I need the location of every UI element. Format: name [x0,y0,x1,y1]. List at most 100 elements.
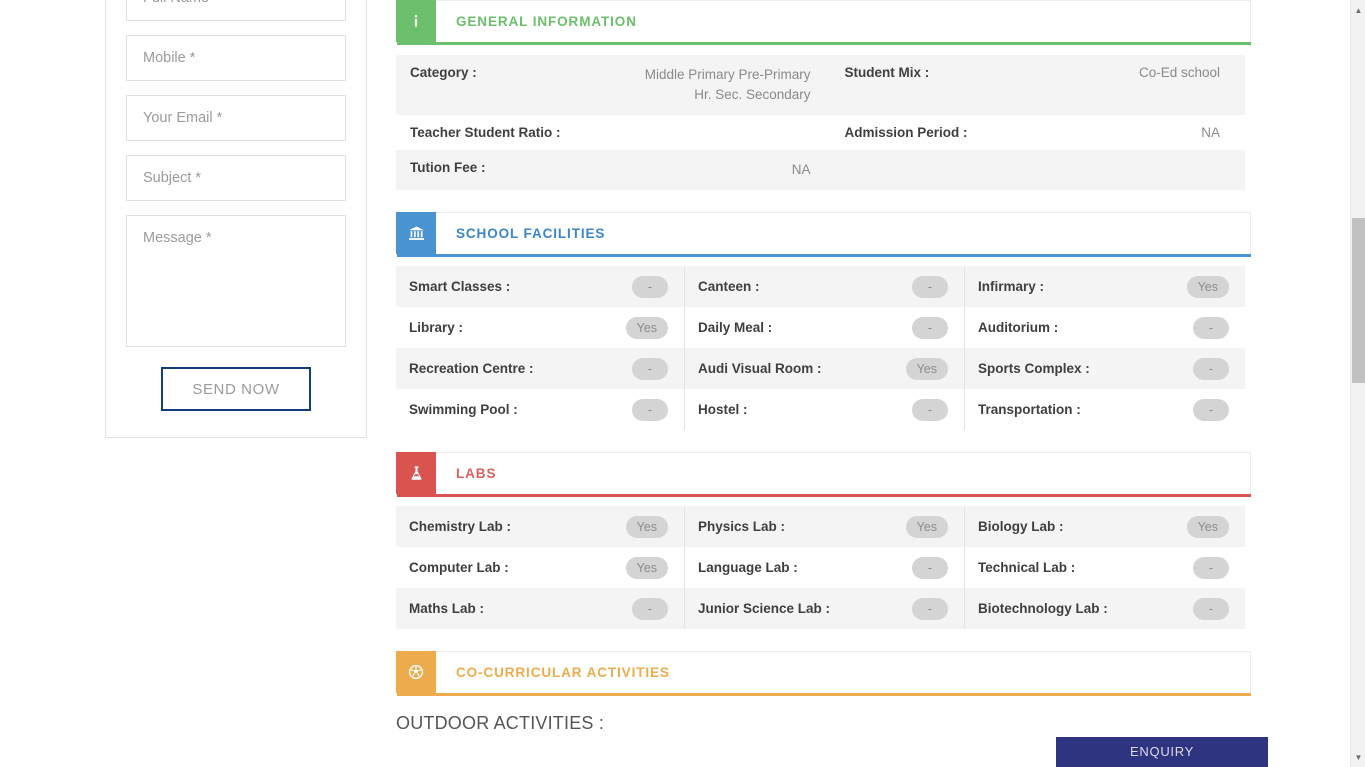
biology-lab-value: Yes [1186,515,1229,538]
category-line-2: Hr. Sec. Secondary [694,87,811,102]
admission-period-label: Admission Period : [844,125,968,140]
table-row: Smart Classes : - Canteen : - Infirmary … [396,266,1245,307]
tution-fee-label: Tution Fee : [396,150,575,190]
junior-science-lab-label: Junior Science Lab : [698,601,831,616]
maths-lab-value: - [632,597,668,620]
smart-classes-value: - [632,275,668,298]
empty-label [824,150,985,190]
flask-icon [396,452,436,494]
biology-lab-label: Biology Lab : [978,519,1064,534]
biotechnology-lab-label: Biotechnology Lab : [978,601,1108,616]
facility-cell: Recreation Centre : - [396,348,685,389]
labs-grid: Chemistry Lab : Yes Physics Lab : Yes Bi… [396,506,1245,629]
facility-cell: Smart Classes : - [396,266,685,307]
canteen-label: Canteen : [698,279,760,294]
school-facilities-grid: Smart Classes : - Canteen : - Infirmary … [396,266,1245,430]
page-viewport: SEND NOW GENERAL INFORMATION Category : … [0,0,1365,767]
bank-icon [396,212,436,254]
facility-cell: Daily Meal : - [685,307,965,348]
auditorium-label: Auditorium : [978,320,1059,335]
lab-cell: Language Lab : - [685,547,965,588]
tution-fee-value: NA [574,150,825,190]
table-row: Library : Yes Daily Meal : - Auditorium … [396,307,1245,348]
chemistry-lab-value: Yes [625,515,668,538]
general-information-header: GENERAL INFORMATION [396,0,1251,45]
sports-complex-value: - [1193,357,1229,380]
lab-cell: Physics Lab : Yes [685,506,965,547]
facility-cell: Swimming Pool : - [396,389,685,430]
biotechnology-lab-value: - [1193,597,1229,620]
transportation-value: - [1193,398,1229,421]
send-now-button[interactable]: SEND NOW [161,367,311,411]
teacher-student-ratio-label: Teacher Student Ratio : [410,125,561,140]
facility-cell: Hostel : - [685,389,965,430]
swimming-pool-value: - [632,398,668,421]
lab-cell: Biotechnology Lab : - [965,588,1245,629]
language-lab-value: - [912,556,948,579]
facility-cell: Infirmary : Yes [965,266,1245,307]
lab-cell: Junior Science Lab : - [685,588,965,629]
category-value: Middle Primary Pre-Primary Hr. Sec. Seco… [574,55,825,115]
table-row: Computer Lab : Yes Language Lab : - Tech… [396,547,1245,588]
library-value: Yes [625,316,668,339]
facility-cell: Audi Visual Room : Yes [685,348,965,389]
table-row: Recreation Centre : - Audi Visual Room :… [396,348,1245,389]
header-accent-bar [397,494,1251,497]
email-input[interactable] [126,95,346,141]
soccer-ball-icon [396,651,436,693]
technical-lab-label: Technical Lab : [978,560,1076,575]
junior-science-lab-value: - [912,597,948,620]
empty-value [984,150,1245,190]
physics-lab-label: Physics Lab : [698,519,786,534]
scroll-up-arrow-icon[interactable]: ▲ [1351,2,1365,18]
student-mix-value: Co-Ed school [984,55,1245,115]
co-curricular-activities-header: CO-CURRICULAR ACTIVITIES [396,651,1251,696]
table-row: Category : Middle Primary Pre-Primary Hr… [396,55,1245,115]
facility-cell: Canteen : - [685,266,965,307]
daily-meal-label: Daily Meal : [698,320,773,335]
school-facilities-header: SCHOOL FACILITIES [396,212,1251,257]
lab-cell: Computer Lab : Yes [396,547,685,588]
header-accent-bar [397,42,1251,45]
labs-title: LABS [456,466,497,481]
subject-input[interactable] [126,155,346,201]
infirmary-value: Yes [1186,275,1229,298]
computer-lab-label: Computer Lab : [409,560,509,575]
sports-complex-label: Sports Complex : [978,361,1090,376]
scroll-down-arrow-icon[interactable]: ▼ [1351,749,1365,765]
table-row: Chemistry Lab : Yes Physics Lab : Yes Bi… [396,506,1245,547]
general-information-title: GENERAL INFORMATION [456,14,637,29]
auditorium-value: - [1193,316,1229,339]
technical-lab-value: - [1193,556,1229,579]
facility-cell: Transportation : - [965,389,1245,430]
lab-cell: Chemistry Lab : Yes [396,506,685,547]
recreation-centre-value: - [632,357,668,380]
daily-meal-value: - [912,316,948,339]
chemistry-lab-label: Chemistry Lab : [409,519,512,534]
message-textarea[interactable] [126,215,346,347]
teacher-student-ratio-value [575,115,825,150]
facility-cell: Auditorium : - [965,307,1245,348]
full-name-input[interactable] [126,0,346,21]
info-icon [396,0,436,42]
maths-lab-label: Maths Lab : [409,601,485,616]
audi-visual-room-label: Audi Visual Room : [698,361,822,376]
lab-cell: Biology Lab : Yes [965,506,1245,547]
table-row: Tution Fee : NA [396,150,1245,190]
school-facilities-title: SCHOOL FACILITIES [456,226,606,241]
recreation-centre-label: Recreation Centre : [409,361,534,376]
category-label: Category : [396,55,575,115]
enquiry-button[interactable]: ENQUIRY [1056,737,1268,767]
page-scrollbar[interactable]: ▲ ▼ [1350,0,1365,767]
school-details-content: GENERAL INFORMATION Category : Middle Pr… [396,0,1251,734]
student-mix-label: Student Mix : [824,55,985,115]
mobile-input[interactable] [126,35,346,81]
hostel-label: Hostel : [698,402,748,417]
admission-period-value: NA [1201,125,1220,140]
scrollbar-thumb[interactable] [1352,218,1365,383]
language-lab-label: Language Lab : [698,560,798,575]
audi-visual-room-value: Yes [905,357,948,380]
contact-form-panel: SEND NOW [105,0,367,438]
lab-cell: Technical Lab : - [965,547,1245,588]
facility-cell: Sports Complex : - [965,348,1245,389]
